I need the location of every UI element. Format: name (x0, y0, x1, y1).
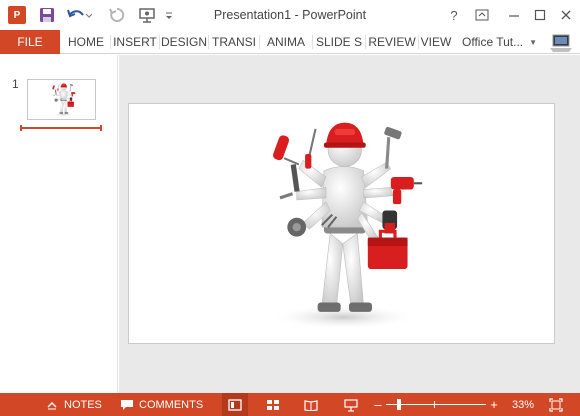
close-button[interactable] (554, 4, 578, 26)
tab-insert[interactable]: INSERT (111, 30, 159, 54)
start-from-beginning-button[interactable] (134, 4, 160, 26)
tab-design[interactable]: DESIGN (160, 30, 208, 54)
fit-slide-button[interactable] (546, 393, 566, 416)
tab-transitions[interactable]: TRANSI (209, 30, 259, 54)
slide-number: 1 (12, 77, 19, 91)
slide-editing-area (119, 55, 580, 393)
zoom-in-button[interactable]: + (488, 393, 500, 416)
redo-icon (109, 7, 125, 22)
ribbon-tab-bar: FILE HOME INSERT DESIGN TRANSI ANIMA SLI… (0, 30, 580, 54)
powerpoint-window: P Presentation1 - PowerPoint ? FILE HOME… (0, 0, 580, 416)
save-icon (40, 8, 54, 22)
title-bar: P Presentation1 - PowerPoint ? (0, 0, 580, 30)
minimize-icon (509, 15, 519, 17)
ribbon-display-options-icon (475, 9, 489, 21)
slide-thumbnail-pane: 1 (0, 55, 118, 393)
tab-home[interactable]: HOME (62, 30, 110, 54)
slide-show-button[interactable] (340, 393, 362, 416)
tab-slide-show[interactable]: SLIDE S (313, 30, 365, 54)
powerpoint-app-icon[interactable]: P (6, 4, 28, 26)
zoom-slider[interactable] (384, 393, 488, 416)
thumbnail-image (51, 83, 77, 117)
maximize-icon (534, 9, 546, 21)
zoom-level[interactable]: 33% (510, 393, 536, 416)
zoom-slider-thumb[interactable] (396, 399, 401, 410)
tab-file[interactable]: FILE (0, 30, 60, 54)
ribbon-display-options-button[interactable] (470, 4, 494, 26)
start-from-beginning-icon (139, 8, 155, 23)
undo-icon (67, 9, 92, 18)
reading-view-button[interactable] (300, 393, 322, 416)
maximize-button[interactable] (528, 4, 552, 26)
app-icon-label: P (8, 6, 26, 24)
notes-label: NOTES (64, 398, 102, 411)
normal-view-icon (228, 398, 242, 411)
help-button[interactable]: ? (442, 4, 466, 26)
chevron-down-icon: ▼ (529, 37, 538, 47)
comment-icon (121, 399, 133, 410)
zoom-slider-midpoint (434, 401, 435, 408)
account-menu[interactable]: Office Tut... ▼ (462, 30, 546, 54)
comments-button[interactable]: COMMENTS (120, 393, 203, 416)
laptop-user-icon (550, 34, 572, 52)
customize-toolbar-icon (166, 12, 172, 19)
plus-icon: + (490, 397, 498, 412)
thumbnail-insertion-marker (20, 125, 102, 131)
account-avatar[interactable] (548, 32, 574, 54)
tab-view[interactable]: VIEW (419, 30, 453, 54)
normal-view-button[interactable] (222, 393, 248, 416)
zoom-out-button[interactable]: – (372, 393, 384, 416)
close-icon (561, 10, 571, 20)
minus-icon: – (374, 397, 382, 412)
reading-view-icon (304, 399, 318, 411)
save-button[interactable] (36, 4, 58, 26)
notes-button[interactable]: NOTES (46, 393, 102, 416)
fit-to-window-icon (549, 397, 563, 412)
zoom-slider-track (386, 404, 486, 405)
undo-button[interactable] (64, 4, 94, 26)
notes-chevron-icon (47, 401, 57, 409)
tab-animations[interactable]: ANIMA (260, 30, 312, 54)
customize-toolbar-button[interactable] (162, 4, 176, 26)
window-title: Presentation1 - PowerPoint (213, 8, 367, 22)
tab-review[interactable]: REVIEW (366, 30, 418, 54)
slide-thumbnail[interactable] (27, 79, 96, 120)
redo-button[interactable] (106, 4, 128, 26)
handyman-clipart-image[interactable] (129, 104, 554, 343)
slide-show-icon (344, 398, 358, 412)
account-name: Office Tut... (462, 35, 524, 49)
slide-sorter-view-button[interactable] (262, 393, 284, 416)
slide-canvas[interactable] (128, 103, 555, 344)
minimize-button[interactable] (502, 4, 526, 26)
status-bar: NOTES COMMENTS – + 33% (0, 393, 580, 416)
comments-label: COMMENTS (139, 398, 204, 411)
slide-sorter-icon (267, 399, 279, 410)
